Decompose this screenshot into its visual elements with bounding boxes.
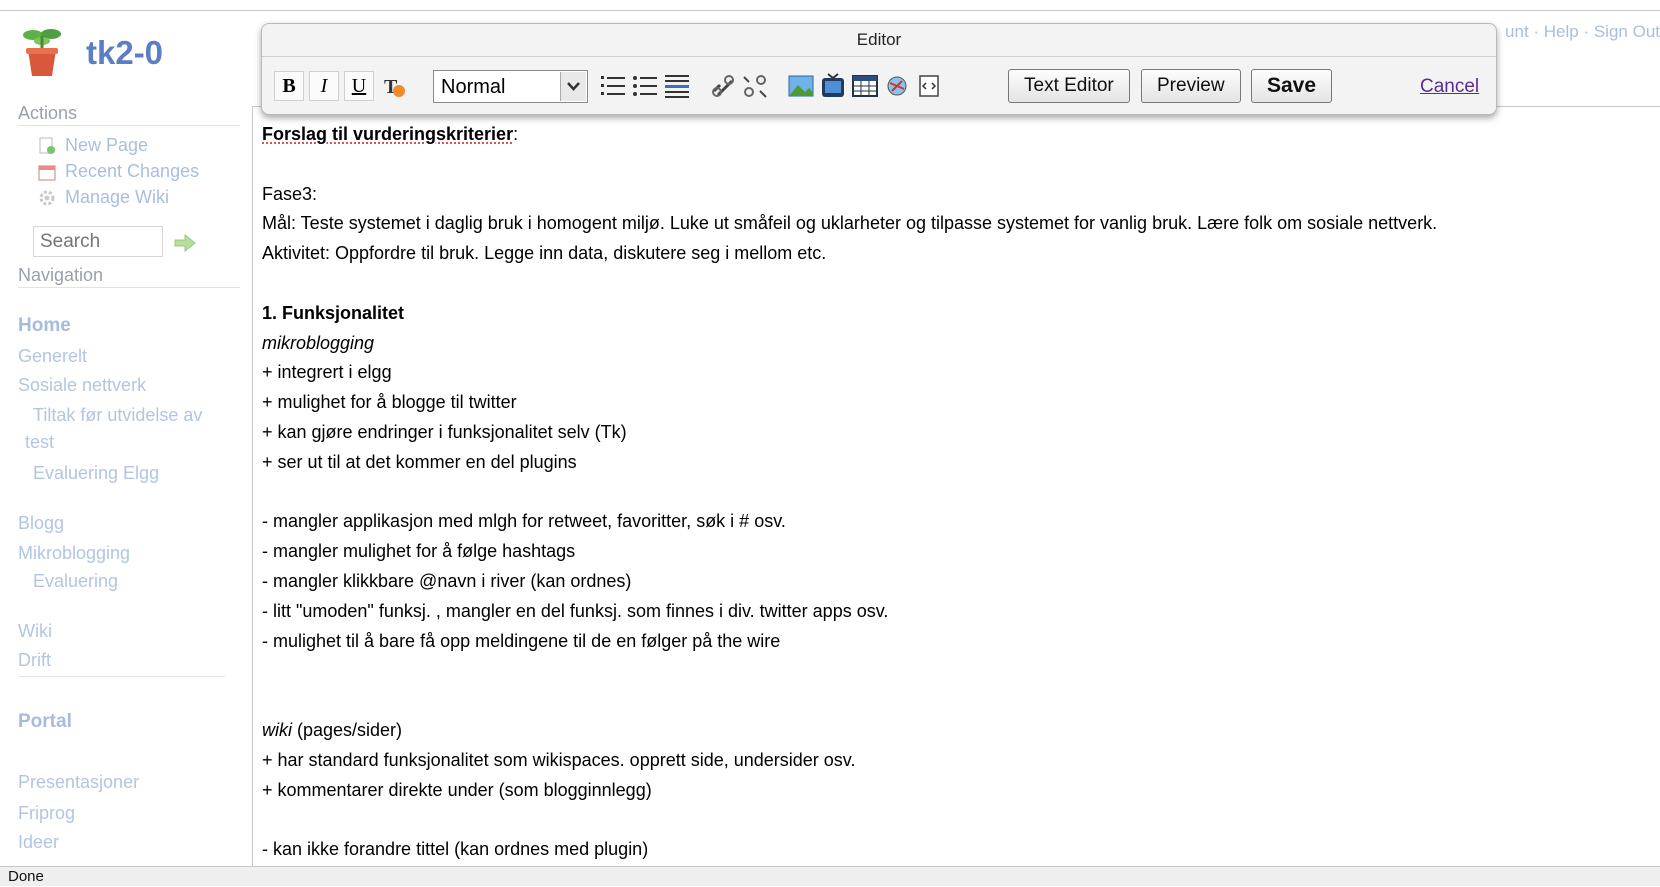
minus-item-4: - litt "umoden" funksj. , mangler en del… bbox=[262, 600, 889, 621]
activity-line: Aktivitet: Oppfordre til bruk. Legge inn… bbox=[262, 243, 827, 264]
insert-image-icon[interactable] bbox=[786, 71, 816, 101]
editor-title: Editor bbox=[262, 24, 1496, 57]
account-links[interactable]: unt · Help · Sign Out bbox=[1505, 22, 1660, 42]
recent-changes-link[interactable]: Recent Changes bbox=[38, 161, 199, 182]
nav-tiltak-line1[interactable]: Tiltak før utvidelse av bbox=[33, 404, 202, 427]
nav-home[interactable]: Home bbox=[18, 314, 71, 337]
underline-button[interactable]: U bbox=[344, 71, 374, 101]
nav-evaluering-elgg[interactable]: Evaluering Elgg bbox=[33, 462, 159, 485]
goal-line: Mål: Teste systemet i daglig bruk i homo… bbox=[262, 213, 1438, 234]
section-heading-functionality: 1. Funksjonalitet bbox=[262, 302, 405, 323]
wiki-plus-item-2: + kommentarer direkte under (som bloggin… bbox=[262, 779, 652, 800]
minus-item-3: - mangler klikkbare @navn i river (kan o… bbox=[262, 570, 632, 591]
nav-presentasjoner[interactable]: Presentasjoner bbox=[18, 771, 139, 794]
navigation-heading: Navigation bbox=[18, 265, 104, 285]
recent-changes-label: Recent Changes bbox=[65, 161, 200, 181]
format-select-value: Normal bbox=[441, 76, 506, 98]
format-select[interactable]: Normal bbox=[433, 70, 588, 103]
nav-friprog[interactable]: Friprog bbox=[18, 802, 75, 825]
chevron-down-icon bbox=[560, 72, 586, 101]
insert-media-icon[interactable] bbox=[818, 71, 848, 101]
wiki-plus-item-1: + har standard funksjonalitet som wikisp… bbox=[262, 749, 856, 770]
manage-wiki-link[interactable]: Manage Wiki bbox=[38, 187, 169, 208]
gear-icon bbox=[38, 189, 56, 207]
nav-sosiale-nettverk[interactable]: Sosiale nettverk bbox=[18, 374, 146, 397]
plus-item-2: + mulighet for å blogge til twitter bbox=[262, 392, 517, 413]
calendar-icon bbox=[38, 163, 56, 181]
text-editor-button[interactable]: Text Editor bbox=[1008, 69, 1130, 103]
numbered-list-icon[interactable] bbox=[598, 71, 628, 101]
nav-evaluering[interactable]: Evaluering bbox=[33, 570, 118, 593]
editor-toolbar-window: Editor B I U T Normal Text Editor Previe… bbox=[261, 23, 1497, 115]
top-divider bbox=[0, 10, 1660, 11]
wiki-minus-item-1: - kan ikke forandre tittel (kan ordnes m… bbox=[262, 839, 649, 860]
actions-divider bbox=[18, 125, 240, 126]
insert-plugin-icon[interactable] bbox=[882, 71, 912, 101]
nav-drift[interactable]: Drift bbox=[18, 649, 51, 672]
bulleted-list-icon[interactable] bbox=[630, 71, 660, 101]
search-input[interactable] bbox=[33, 226, 163, 257]
new-page-link[interactable]: New Page bbox=[38, 135, 148, 156]
new-page-icon bbox=[38, 137, 56, 155]
content-heading-line: Forslag til vurderingskriterier: bbox=[262, 124, 519, 144]
sidebar: tk2-0 Actions New Page Recent Changes Ma… bbox=[0, 0, 245, 866]
insert-table-icon[interactable] bbox=[850, 71, 880, 101]
search-go-arrow-icon[interactable] bbox=[174, 234, 196, 252]
nav-divider bbox=[18, 676, 225, 677]
cancel-link[interactable]: Cancel bbox=[1420, 76, 1479, 98]
actions-heading: Actions bbox=[18, 103, 78, 123]
nav-wiki[interactable]: Wiki bbox=[18, 620, 52, 643]
bold-button[interactable]: B bbox=[274, 71, 304, 101]
microblogging-subheading: mikroblogging bbox=[262, 332, 375, 353]
text-color-icon[interactable]: T bbox=[379, 71, 409, 101]
minus-item-1: - mangler applikasjon med mlgh for retwe… bbox=[262, 511, 786, 532]
navigation-divider bbox=[18, 287, 240, 288]
site-title[interactable]: tk2-0 bbox=[86, 34, 163, 72]
status-bar: Done bbox=[0, 866, 1660, 886]
phase-line: Fase3: bbox=[262, 183, 318, 204]
nav-tiltak-line2[interactable]: test bbox=[25, 431, 54, 454]
plus-item-4: + ser ut til at det kommer en del plugin… bbox=[262, 451, 577, 472]
plant-pot-logo-icon[interactable] bbox=[22, 26, 62, 78]
nav-portal[interactable]: Portal bbox=[18, 710, 72, 733]
insert-code-icon[interactable] bbox=[914, 71, 944, 101]
new-page-label: New Page bbox=[65, 135, 149, 155]
minus-item-2: - mangler mulighet for å følge hashtags bbox=[262, 541, 576, 562]
nav-ideer[interactable]: Ideer bbox=[18, 831, 59, 854]
content-heading: Forslag til vurderingskriterier bbox=[262, 124, 514, 144]
minus-item-5: - mulighet til å bare få opp meldingene … bbox=[262, 630, 781, 651]
wiki-subheading: wiki bbox=[262, 719, 292, 740]
save-button[interactable]: Save bbox=[1251, 69, 1333, 103]
link-icon[interactable] bbox=[708, 71, 738, 101]
nav-generelt[interactable]: Generelt bbox=[18, 345, 87, 368]
editor-content[interactable]: Forslag til vurderingskriterier: Fase3: … bbox=[262, 120, 1652, 865]
horizontal-rule-icon[interactable] bbox=[662, 71, 692, 101]
plus-item-1: + integrert i elgg bbox=[262, 362, 392, 383]
wiki-subheading-line: wiki (pages/sider) bbox=[262, 719, 403, 740]
nav-blogg[interactable]: Blogg bbox=[18, 512, 64, 535]
plus-item-3: + kan gjøre endringer i funksjonalitet s… bbox=[262, 421, 627, 442]
nav-mikroblogging[interactable]: Mikroblogging bbox=[18, 542, 130, 565]
preview-button[interactable]: Preview bbox=[1141, 69, 1241, 103]
manage-wiki-label: Manage Wiki bbox=[65, 187, 170, 207]
italic-button[interactable]: I bbox=[309, 71, 339, 101]
unlink-icon[interactable] bbox=[740, 71, 770, 101]
